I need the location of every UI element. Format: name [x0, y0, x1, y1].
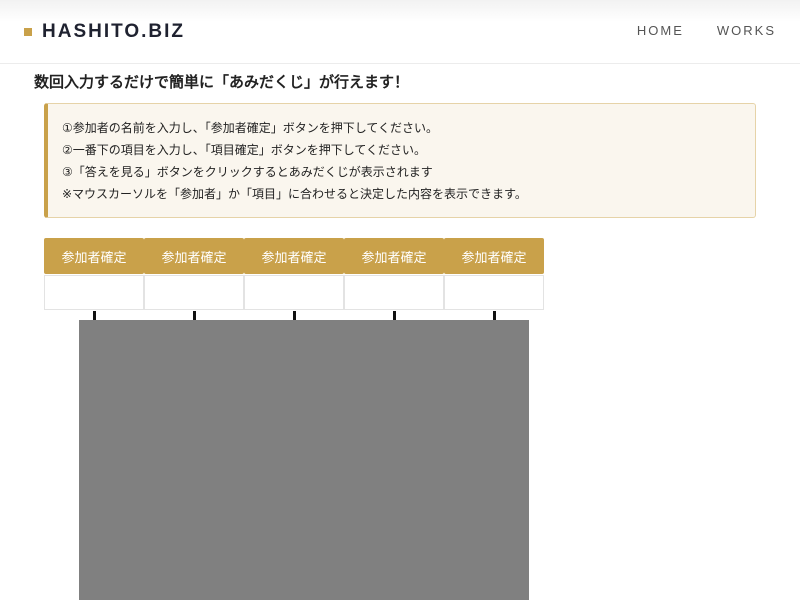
participant-confirm-button-2[interactable]: 参加者確定 [144, 238, 244, 274]
instruction-step-3: ③「答えを見る」ボタンをクリックするとあみだくじが表示されます [62, 165, 433, 179]
ladder-line-top-3 [293, 311, 296, 320]
participant-name-input-1[interactable] [44, 275, 144, 310]
brand-square-icon [24, 28, 32, 36]
participant-lane-5: 参加者確定 [444, 238, 544, 310]
participant-lane-3: 参加者確定 [244, 238, 344, 310]
nav-home-link[interactable]: HOME [637, 23, 684, 38]
ladder-line-top-1 [93, 311, 96, 320]
participant-confirm-button-1[interactable]: 参加者確定 [44, 238, 144, 274]
brand-logo[interactable]: HASHITO.BIZ [24, 21, 185, 43]
participant-confirm-button-5[interactable]: 参加者確定 [444, 238, 544, 274]
instructions-box: ①参加者の名前を入力し、「参加者確定」ボタンを押下してください。 ②一番下の項目… [44, 103, 756, 218]
participant-name-input-4[interactable] [344, 275, 444, 310]
main-nav: HOME WORKS [604, 23, 776, 38]
amida-cover-panel [79, 320, 529, 600]
participant-confirm-button-3[interactable]: 参加者確定 [244, 238, 344, 274]
site-header: HASHITO.BIZ HOME WORKS [0, 0, 800, 64]
ladder-line-top-2 [193, 311, 196, 320]
nav-works-link[interactable]: WORKS [717, 23, 776, 38]
participant-lane-4: 参加者確定 [344, 238, 444, 310]
participant-lane-1: 参加者確定 [44, 238, 144, 310]
ladder-line-top-4 [393, 311, 396, 320]
instruction-note: ※マウスカーソルを「参加者」か「項目」に合わせると決定した内容を表示できます。 [62, 187, 527, 201]
participant-lane-2: 参加者確定 [144, 238, 244, 310]
participant-name-input-2[interactable] [144, 275, 244, 310]
participant-name-input-5[interactable] [444, 275, 544, 310]
instruction-step-2: ②一番下の項目を入力し、「項目確定」ボタンを押下してください。 [62, 143, 427, 157]
page-lead: 数回入力するだけで簡単に「あみだくじ」が行えます！ [34, 73, 410, 91]
instruction-step-1: ①参加者の名前を入力し、「参加者確定」ボタンを押下してください。 [62, 121, 439, 135]
brand-name: HASHITO.BIZ [42, 21, 186, 42]
participant-row: 参加者確定 参加者確定 参加者確定 参加者確定 参加者確定 [44, 238, 544, 310]
participant-name-input-3[interactable] [244, 275, 344, 310]
participant-confirm-button-4[interactable]: 参加者確定 [344, 238, 444, 274]
ladder-line-top-5 [493, 311, 496, 320]
